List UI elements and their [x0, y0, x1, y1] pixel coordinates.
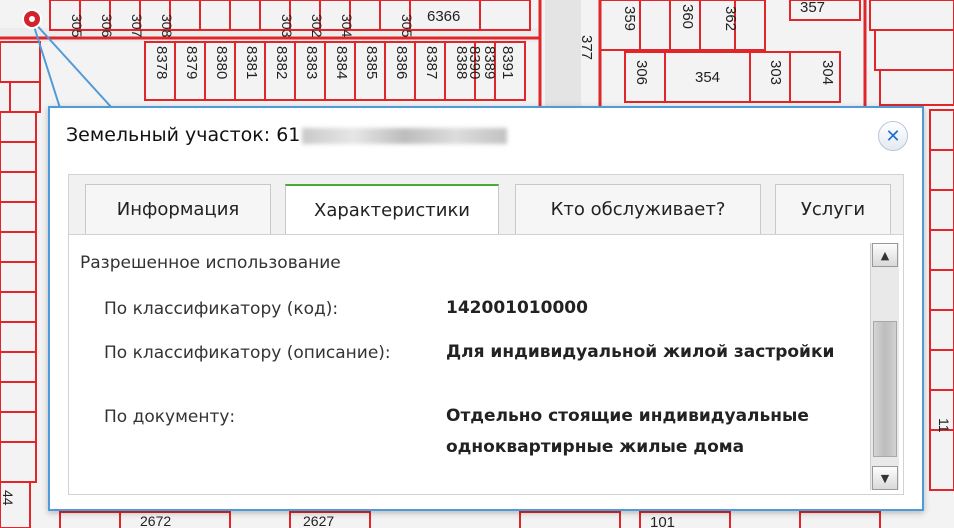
tabs-panel: Информация Характеристики Кто обслуживае…	[68, 174, 904, 495]
tab-characteristics-label: Характеристики	[313, 200, 471, 221]
map-label-bottom-1: 2672	[140, 513, 171, 528]
map-label-8385: 8385	[363, 46, 380, 79]
map-label-6366: 6366	[427, 8, 460, 25]
map-label-top-5: 303	[279, 14, 295, 38]
classifier-code-label: По классификатору (код):	[104, 299, 339, 319]
map-label-357: 357	[800, 0, 825, 16]
map-label-8381: 8381	[243, 46, 260, 79]
tab-who-serves[interactable]: Кто обслуживает?	[515, 184, 761, 234]
map-label-top-2: 306	[99, 14, 115, 38]
arrow-up-icon: ▲	[880, 248, 890, 262]
document-value: Отдельно стоящие индивидуальные одноквар…	[446, 406, 809, 457]
location-marker-icon[interactable]	[22, 9, 42, 29]
map-label-8380: 8380	[213, 46, 230, 79]
classifier-description-label: По классификатору (описание):	[104, 343, 391, 363]
scroll-down-button[interactable]: ▼	[872, 466, 898, 490]
content-scrollbar[interactable]: ▲ ▼	[870, 243, 899, 490]
map-label-8382: 8382	[273, 46, 290, 79]
map-label-bottom-3: 101	[650, 514, 675, 528]
characteristics-content: Разрешенное использование По классификат…	[69, 234, 903, 494]
map-label-top-1: 305	[69, 14, 85, 38]
close-button[interactable]: ✕	[878, 121, 908, 151]
obscured-cadastral-number	[302, 127, 508, 144]
map-label-303: 303	[767, 60, 784, 85]
classifier-code-value: 142001010000	[446, 298, 588, 318]
map-label-top-7: 304	[339, 14, 355, 38]
scroll-thumb[interactable]	[873, 321, 897, 457]
map-label-304: 304	[819, 60, 836, 85]
map-label-bottom-2: 2627	[303, 513, 334, 528]
tab-information[interactable]: Информация	[85, 184, 271, 234]
popup-title-text: Земельный участок: 61	[66, 124, 301, 146]
map-label-8387: 8387	[423, 46, 440, 79]
tab-services[interactable]: Услуги	[775, 184, 891, 234]
permitted-use-heading: Разрешенное использование	[80, 253, 341, 273]
classifier-description-value: Для индивидуальной жилой застройки	[446, 342, 835, 362]
tab-services-label: Услуги	[800, 199, 866, 220]
map-label-360: 360	[679, 4, 696, 29]
map-label-354: 354	[695, 69, 720, 86]
map-label-8378: 8378	[153, 46, 170, 79]
arrow-down-icon: ▼	[880, 471, 890, 485]
map-label-8386: 8386	[393, 46, 410, 79]
map-label-306: 306	[633, 60, 650, 85]
tab-characteristics[interactable]: Характеристики	[285, 184, 499, 235]
map-label-11: 11	[936, 418, 952, 433]
map-label-top-8: 305	[399, 14, 415, 38]
map-label-top-4: 308	[159, 14, 175, 38]
tab-who-serves-label: Кто обслуживает?	[550, 199, 726, 220]
close-icon: ✕	[885, 125, 901, 147]
map-label-8384: 8384	[333, 46, 350, 79]
tab-information-label: Информация	[116, 199, 240, 220]
parcel-info-popup: Земельный участок: 61 ✕ Информация Харак…	[48, 106, 924, 511]
map-label-359: 359	[621, 6, 638, 31]
map-label-top-6: 302	[309, 14, 325, 38]
popup-title: Земельный участок: 61	[66, 124, 508, 146]
map-label-362: 362	[722, 6, 739, 31]
map-label-377: 377	[578, 35, 595, 60]
map-label-8383: 8383	[303, 46, 320, 79]
map-label-top-3: 307	[129, 14, 145, 38]
map-label-8390: 8390	[466, 46, 483, 79]
map-label-8391: 8391	[499, 46, 516, 79]
map-label-8379: 8379	[183, 46, 200, 79]
document-label: По документу:	[104, 407, 236, 427]
map-label-44: 44	[0, 490, 16, 506]
scroll-up-button[interactable]: ▲	[872, 243, 898, 267]
